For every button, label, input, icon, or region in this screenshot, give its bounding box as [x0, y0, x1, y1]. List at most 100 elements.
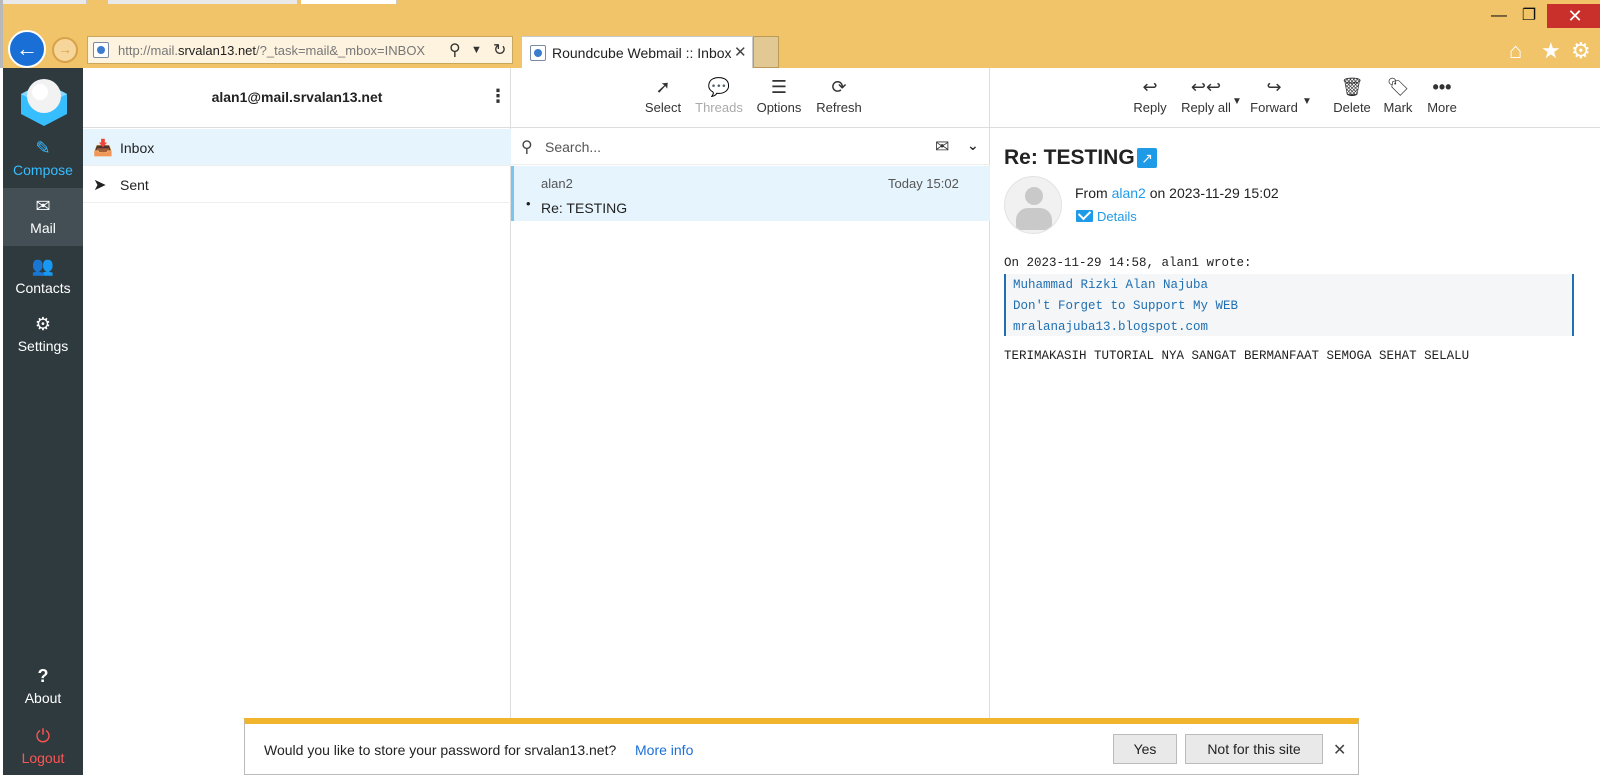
folder-inbox[interactable]: 📥 Inbox	[83, 129, 511, 166]
mark-label: Mark	[1383, 100, 1413, 115]
quote-line: mralanajuba13.blogspot.com	[1013, 320, 1209, 334]
star-icon[interactable]: ★	[1541, 38, 1561, 64]
from-prefix: From	[1075, 185, 1108, 201]
window-close-button[interactable]: ✕	[1547, 4, 1600, 28]
nav-about[interactable]: ? About	[3, 658, 83, 716]
nav-settings[interactable]: ⚙ Settings	[3, 306, 83, 364]
unread-dot-icon: •	[526, 196, 531, 211]
refresh-label: Refresh	[816, 100, 862, 115]
ellipsis-icon: •••	[1432, 77, 1452, 97]
more-info-link[interactable]: More info	[635, 742, 693, 758]
delete-label: Delete	[1333, 100, 1371, 115]
dropdown-caret-icon[interactable]: ▼	[471, 44, 482, 56]
details-link[interactable]: Details	[1076, 209, 1137, 224]
mail-icon: ✉	[35, 196, 51, 216]
browser-chrome: — ❐ ✕ ← → http://mail.srvalan13.net/?_ta…	[0, 0, 1600, 68]
search-input[interactable]	[545, 135, 905, 159]
nav-contacts-label: Contacts	[15, 280, 71, 296]
kebab-menu-icon[interactable]: ⋮	[489, 86, 507, 107]
nav-mail[interactable]: ✉ Mail	[3, 188, 83, 246]
reply-icon: ↩	[1142, 77, 1158, 97]
paper-plane-icon: ➤	[93, 177, 107, 194]
address-bar-actions: ⚲ ▼ ↻	[449, 38, 511, 62]
inbox-icon: 📥	[93, 140, 113, 157]
nav-contacts[interactable]: 👥 Contacts	[3, 248, 83, 306]
mark-button[interactable]: 🏷 Mark	[1378, 76, 1418, 115]
forward-dropdown-icon[interactable]: ▼	[1302, 96, 1312, 107]
close-icon[interactable]: ✕	[1333, 740, 1346, 760]
nav-logout[interactable]: ⏻ Logout	[3, 718, 83, 775]
more-button[interactable]: ••• More	[1422, 76, 1462, 115]
details-label: Details	[1097, 209, 1137, 224]
search-icon[interactable]: ⚲	[521, 137, 533, 157]
open-in-new-window-icon[interactable]: ↗	[1137, 148, 1157, 168]
message-preview: ↩ Reply ↩↩ Reply all ▼ ↪ Forward ▼ 🗑 Del…	[990, 68, 1600, 740]
select-button[interactable]: ➚ Select	[643, 76, 683, 115]
message-date-text: on 2023-11-29 15:02	[1149, 185, 1279, 201]
save-password-no-button[interactable]: Not for this site	[1185, 734, 1323, 764]
message-date: Today 15:02	[888, 176, 959, 191]
message-row[interactable]: alan2 Today 15:02 • Re: TESTING	[511, 166, 990, 221]
save-password-text: Would you like to store your password fo…	[264, 742, 617, 758]
compose-icon: ✎	[35, 138, 51, 158]
reply-button[interactable]: ↩ Reply	[1128, 76, 1172, 115]
app-sidebar: ✎ Compose ✉ Mail 👥 Contacts ⚙ Settings ?…	[3, 68, 83, 775]
forward-arrow-icon[interactable]: →	[52, 37, 78, 63]
folder-inbox-label: Inbox	[120, 140, 155, 156]
delete-button[interactable]: 🗑 Delete	[1330, 76, 1374, 115]
contacts-icon: 👥	[31, 256, 55, 276]
browser-tab-roundcube[interactable]: Roundcube Webmail :: Inbox ✕	[521, 36, 753, 68]
quote-line: Muhammad Rizki Alan Najuba	[1013, 278, 1209, 292]
message-from: alan2	[541, 176, 573, 191]
threads-label: Threads	[695, 100, 743, 115]
more-label: More	[1427, 100, 1457, 115]
speech-bubbles-icon: 💬	[707, 77, 731, 97]
chevron-down-icon[interactable]: ⌄	[967, 137, 979, 154]
forward-icon: ↪	[1266, 77, 1282, 97]
nav-compose-label: Compose	[13, 162, 73, 178]
reply-all-dropdown-icon[interactable]: ▼	[1232, 96, 1242, 107]
nav-compose[interactable]: ✎ Compose	[3, 130, 83, 188]
list-toolbar: ➚ Select 💬 Threads ☰ Options ⟳ Refresh	[511, 68, 990, 128]
roundcube-logo[interactable]	[17, 74, 71, 128]
tab-favicon-icon	[530, 45, 546, 61]
message-list-pane: ➚ Select 💬 Threads ☰ Options ⟳ Refresh ⚲…	[511, 68, 990, 740]
envelope-check-icon	[1076, 210, 1093, 222]
message-subject-heading: Re: TESTING	[1004, 146, 1135, 169]
quote-line: Don't Forget to Support My WEB	[1013, 299, 1239, 313]
reply-label: Reply	[1133, 100, 1167, 115]
sliders-icon: ☰	[770, 77, 788, 97]
select-label: Select	[644, 100, 682, 115]
restore-button[interactable]: ❐	[1507, 4, 1551, 28]
refresh-button[interactable]: ⟳ Refresh	[811, 76, 867, 115]
sender-link[interactable]: alan2	[1112, 185, 1146, 201]
nav-settings-label: Settings	[17, 338, 69, 354]
folder-sent-label: Sent	[120, 177, 149, 193]
save-password-yes-button[interactable]: Yes	[1113, 734, 1177, 764]
options-button[interactable]: ☰ Options	[751, 76, 807, 115]
reply-all-label: Reply all	[1181, 100, 1231, 115]
threads-button[interactable]: 💬 Threads	[691, 76, 747, 115]
tab-close-icon[interactable]: ✕	[734, 43, 747, 61]
save-password-notification: Would you like to store your password fo…	[244, 718, 1359, 775]
options-label: Options	[756, 100, 802, 115]
cursor-icon: ➚	[655, 77, 671, 97]
message-toolbar: ↩ Reply ↩↩ Reply all ▼ ↪ Forward ▼ 🗑 Del…	[990, 68, 1600, 128]
envelope-icon[interactable]: ✉	[935, 137, 949, 157]
new-tab-button[interactable]	[753, 36, 779, 68]
back-arrow-icon[interactable]: ←	[8, 30, 46, 68]
from-line: From alan2 on 2023-11-29 15:02	[1075, 185, 1279, 201]
search-bar: ⚲ ✉ ⌄	[511, 129, 990, 165]
gear-icon[interactable]: ⚙	[1571, 38, 1591, 64]
refresh-icon: ⟳	[831, 77, 847, 97]
question-icon: ?	[37, 666, 49, 686]
search-icon[interactable]: ⚲	[449, 40, 461, 60]
home-icon[interactable]: ⌂	[1509, 38, 1522, 64]
forward-button[interactable]: ↪ Forward	[1242, 76, 1306, 115]
power-icon: ⏻	[35, 726, 51, 746]
page-favicon-icon	[93, 42, 109, 58]
message-subject: Re: TESTING	[541, 200, 628, 216]
browser-top-strip	[3, 0, 1600, 4]
folder-sent[interactable]: ➤ Sent	[83, 166, 511, 203]
refresh-icon[interactable]: ↻	[493, 40, 506, 60]
